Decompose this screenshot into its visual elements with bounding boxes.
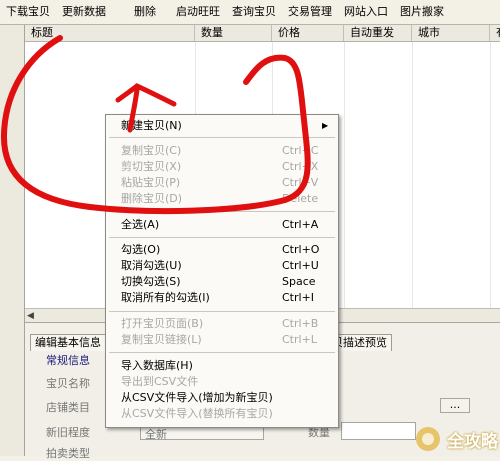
shop-category-label: 店铺类目 (46, 401, 90, 414)
watermark: 全攻略 (413, 421, 500, 456)
menu-separator (109, 352, 335, 353)
menu-toggle-check[interactable]: 切换勾选(S) Space (106, 274, 338, 290)
grid-divider (490, 42, 491, 321)
menu-import-csv-replace[interactable]: 从CSV文件导入(替换所有宝贝) (106, 406, 338, 422)
watermark-logo-icon (416, 427, 440, 451)
condition-label: 新旧程度 (46, 426, 90, 439)
menu-open-page[interactable]: 打开宝贝页面(B) Ctrl+B (106, 316, 338, 332)
submenu-arrow-icon: ▶ (322, 121, 329, 130)
column-auto-relist[interactable]: 自动重发 (344, 25, 412, 41)
menu-import-csv-new[interactable]: 从CSV文件导入(增加为新宝贝) (106, 390, 338, 406)
site-entry-button[interactable]: 网站入口 (338, 0, 394, 24)
context-menu: 新建宝贝(N) ▶ 复制宝贝(C) Ctrl+C 剪切宝贝(X) Ctrl+X 粘贴… (105, 114, 339, 428)
main-toolbar: 下载宝贝 更新数据 删除 启动旺旺 查询宝贝 交易管理 网站入口 图片搬家 (0, 0, 500, 25)
menu-copy-link[interactable]: 复制宝贝链接(L) Ctrl+L (106, 332, 338, 348)
side-panel (0, 25, 25, 456)
section-general-info: 常规信息 (46, 354, 90, 367)
menu-import-db[interactable]: 导入数据库(H) (106, 358, 338, 374)
menu-uncheck-all[interactable]: 取消所有的勾选(I) Ctrl+I (106, 290, 338, 306)
menu-separator (109, 237, 335, 238)
start-wangwang-button[interactable]: 启动旺旺 (162, 0, 226, 24)
delete-button[interactable]: 删除 (112, 0, 162, 24)
column-quantity[interactable]: 数量 (195, 25, 272, 41)
quantity-input[interactable] (341, 422, 416, 440)
query-items-button[interactable]: 查询宝贝 (226, 0, 282, 24)
menu-separator (109, 311, 335, 312)
menu-paste-item[interactable]: 粘贴宝贝(P) Ctrl+V (106, 175, 338, 191)
item-name-label: 宝贝名称 (46, 377, 90, 390)
column-title[interactable]: 标题 (25, 25, 195, 41)
menu-new-item[interactable]: 新建宝贝(N) ▶ (106, 118, 338, 134)
trade-management-button[interactable]: 交易管理 (282, 0, 338, 24)
menu-copy-item[interactable]: 复制宝贝(C) Ctrl+C (106, 143, 338, 159)
browse-button[interactable]: ... (440, 398, 470, 413)
auction-type-label: 拍卖类型 (46, 447, 90, 460)
menu-check[interactable]: 勾选(O) Ctrl+O (106, 242, 338, 258)
grid-divider (344, 42, 345, 321)
scroll-left-icon[interactable]: ◀ (27, 309, 34, 323)
column-more[interactable]: 有 (490, 25, 500, 41)
menu-export-csv[interactable]: 导出到CSV文件 (106, 374, 338, 390)
grid-divider (412, 42, 413, 321)
update-data-button[interactable]: 更新数据 (56, 0, 112, 24)
image-move-button[interactable]: 图片搬家 (394, 0, 450, 24)
download-items-button[interactable]: 下载宝贝 (0, 0, 56, 24)
menu-uncheck[interactable]: 取消勾选(U) Ctrl+U (106, 258, 338, 274)
menu-delete-item[interactable]: 删除宝贝(D) Delete (106, 191, 338, 207)
menu-cut-item[interactable]: 剪切宝贝(X) Ctrl+X (106, 159, 338, 175)
menu-select-all[interactable]: 全选(A) Ctrl+A (106, 217, 338, 233)
column-city[interactable]: 城市 (412, 25, 490, 41)
watermark-text: 全攻略 (447, 432, 498, 452)
grid-header: 标题 数量 价格 自动重发 城市 有 (25, 25, 500, 42)
tab-edit-basic-info[interactable]: 编辑基本信息 (30, 334, 106, 351)
column-price[interactable]: 价格 (272, 25, 344, 41)
condition-value: 全新 (145, 428, 167, 441)
menu-separator (109, 137, 335, 138)
menu-separator (109, 211, 335, 212)
